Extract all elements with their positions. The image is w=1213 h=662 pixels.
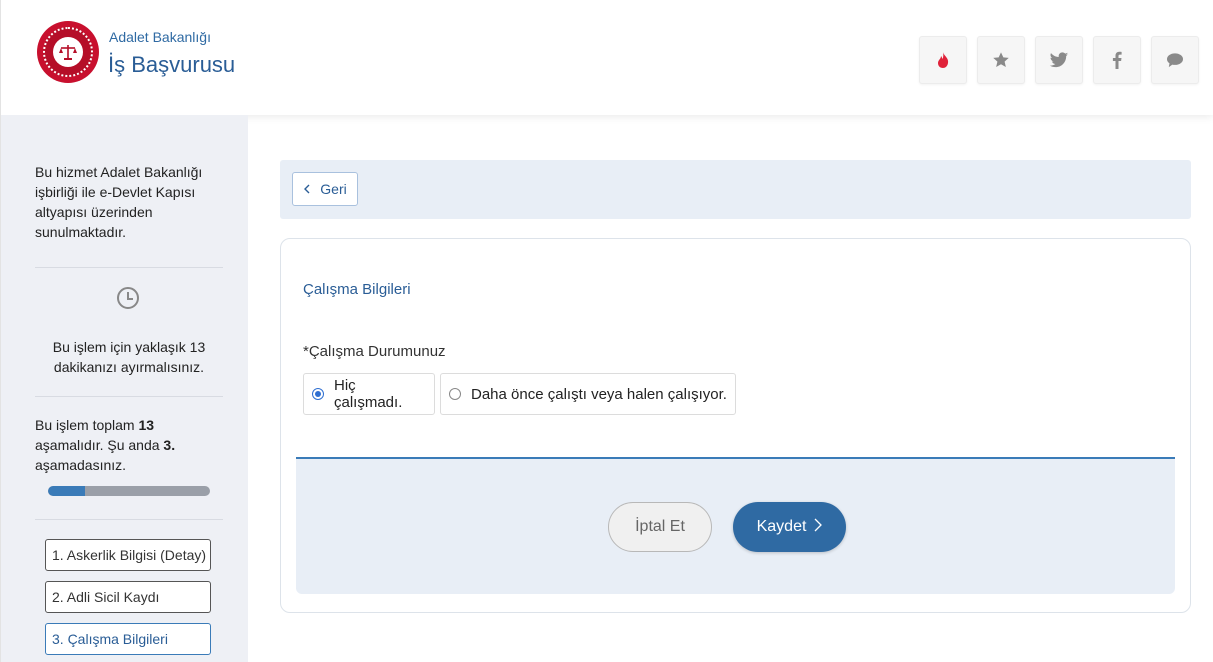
chat-icon[interactable]: [1151, 36, 1199, 84]
stage-prefix: Bu işlem toplam: [35, 417, 139, 433]
brand-subtitle: Adalet Bakanlığı: [109, 29, 211, 45]
back-bar: Geri: [280, 160, 1191, 219]
form-card: Çalışma Bilgileri *Çalışma Durumunuz Hiç…: [280, 238, 1191, 613]
radio-unselected-icon: [449, 388, 461, 400]
radio-worked-before[interactable]: Daha önce çalıştı veya halen çalışıyor.: [440, 373, 736, 415]
stage-mid: aşamalıdır. Şu anda: [35, 437, 164, 453]
facebook-icon[interactable]: [1093, 36, 1141, 84]
cancel-button[interactable]: İptal Et: [608, 502, 712, 552]
sidebar-divider: [35, 267, 223, 268]
site-header: Adalet Bakanlığı İş Başvurusu: [0, 0, 1213, 115]
section-title: Çalışma Bilgileri: [303, 281, 411, 298]
time-estimate-text: Bu işlem için yaklaşık 13 dakikanızı ayı…: [52, 339, 206, 375]
step-item-2[interactable]: 2. Adli Sicil Kaydı: [45, 581, 211, 613]
radio-never-worked[interactable]: Hiç çalışmadı.: [303, 373, 435, 415]
sidebar: Bu hizmet Adalet Bakanlığı işbirliği ile…: [0, 115, 248, 662]
star-icon[interactable]: [977, 36, 1025, 84]
sidebar-divider: [35, 396, 223, 397]
radio-label: Daha önce çalıştı veya halen çalışıyor.: [471, 385, 727, 403]
step-item-3[interactable]: 3. Çalışma Bilgileri: [45, 623, 211, 655]
chevron-left-icon: [303, 181, 310, 197]
logo-ring: [43, 27, 93, 77]
step-item-1[interactable]: 1. Askerlik Bilgisi (Detay): [45, 539, 211, 571]
stage-progress-fill: [48, 486, 86, 496]
sidebar-divider: [35, 519, 223, 520]
radio-label: Hiç çalışmadı.: [334, 377, 403, 411]
stage-progress-bar: [48, 486, 210, 496]
stage-total: 13: [138, 417, 155, 433]
scales-icon: [53, 37, 83, 67]
stage-current: 3.: [163, 437, 176, 453]
ministry-logo[interactable]: [37, 21, 99, 83]
work-status-label: *Çalışma Durumunuz: [303, 343, 446, 360]
back-button-label: Geri: [320, 181, 347, 197]
stage-info-text: Bu işlem toplam 13 aşamalıdır. Şu anda 3…: [35, 415, 223, 475]
service-info-text: Bu hizmet Adalet Bakanlığı işbirliği ile…: [35, 164, 203, 240]
save-button[interactable]: Kaydet: [733, 502, 846, 552]
radio-selected-icon: [312, 388, 324, 400]
social-buttons: [919, 36, 1199, 84]
fire-icon[interactable]: [919, 36, 967, 84]
clock-icon: [117, 287, 139, 309]
stage-suffix: aşamadasınız.: [35, 457, 127, 473]
back-button[interactable]: Geri: [292, 172, 358, 206]
twitter-icon[interactable]: [1035, 36, 1083, 84]
brand-title[interactable]: İş Başvurusu: [108, 52, 235, 78]
chevron-right-icon: [814, 518, 823, 537]
form-actions: İptal Et Kaydet: [296, 457, 1175, 594]
save-button-label: Kaydet: [756, 518, 807, 535]
